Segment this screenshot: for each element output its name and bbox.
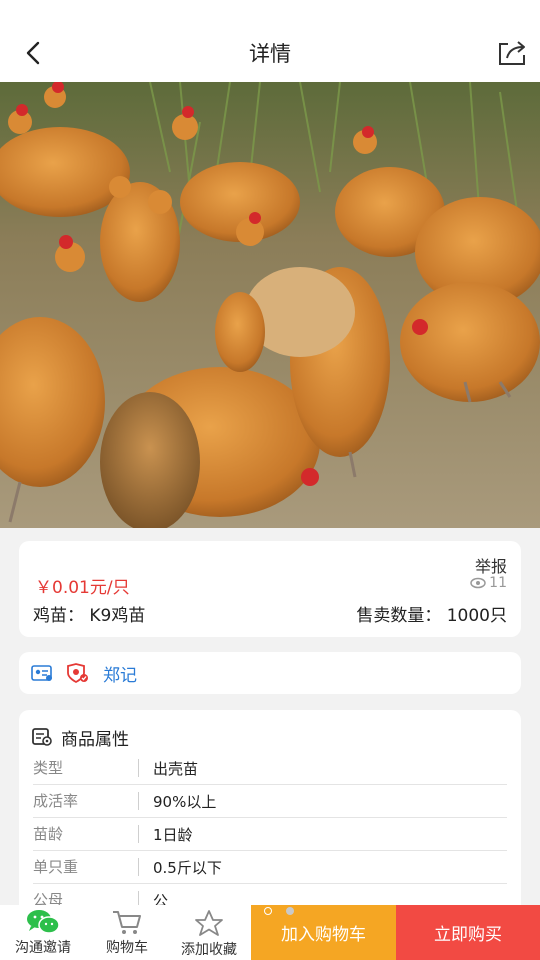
- verified-shield-icon: [67, 663, 88, 683]
- attribute-row: 单只重 0.5斤以下: [33, 851, 507, 884]
- attribute-row: 苗龄 1日龄: [33, 818, 507, 851]
- cart-label: 购物车: [106, 940, 148, 956]
- back-arrow-icon: [26, 41, 40, 65]
- carousel-indicator: [264, 907, 294, 915]
- product-image[interactable]: [0, 82, 540, 528]
- indicator-dot: [286, 907, 294, 915]
- report-link[interactable]: 举报: [475, 553, 507, 577]
- favorite-label: 添加收藏: [181, 942, 237, 958]
- attribute-key: 类型: [33, 759, 139, 777]
- favorite-button[interactable]: 添加收藏: [168, 905, 250, 960]
- seller-card[interactable]: 郑记: [19, 652, 521, 694]
- attribute-value: 0.5斤以下: [153, 858, 222, 877]
- eye-icon: [470, 577, 486, 589]
- cart-button[interactable]: 购物车: [86, 905, 168, 960]
- price-card: ￥0.01元/只 举报 11 鸡苗： K9鸡苗 售卖数量： 1000只: [19, 541, 521, 637]
- attributes-header: 商品属性: [19, 710, 521, 752]
- wechat-icon: [27, 910, 60, 934]
- breed-info: 鸡苗： K9鸡苗: [33, 606, 146, 626]
- attribute-key: 成活率: [33, 792, 139, 810]
- indicator-dot-active: [264, 907, 272, 915]
- status-bar: [0, 0, 540, 24]
- star-icon: [195, 910, 223, 936]
- sale-quantity: 售卖数量： 1000只: [356, 606, 507, 626]
- attribute-value: 1日龄: [153, 825, 193, 844]
- page-title: 详情: [249, 42, 291, 66]
- share-button[interactable]: [496, 38, 528, 68]
- attributes-card: 商品属性 类型 出壳苗 成活率 90%以上 苗龄 1日龄 单只重 0.5斤以下 …: [19, 710, 521, 910]
- nav-bar: 详情: [0, 24, 540, 82]
- invite-label: 沟通邀请: [15, 940, 71, 956]
- view-count: 11: [470, 575, 507, 591]
- attribute-key: 苗龄: [33, 825, 139, 843]
- invite-button[interactable]: 沟通邀请: [0, 905, 86, 960]
- share-icon: [499, 41, 525, 65]
- attributes-title: 商品属性: [61, 729, 129, 750]
- buy-now-button[interactable]: 立即购买: [396, 905, 540, 960]
- view-count-value: 11: [489, 575, 507, 591]
- attribute-row: 成活率 90%以上: [33, 785, 507, 818]
- id-card-icon: [31, 665, 52, 681]
- seller-name[interactable]: 郑记: [103, 661, 137, 686]
- attribute-row: 类型 出壳苗: [33, 752, 507, 785]
- product-price: ￥0.01元/只: [35, 578, 130, 598]
- back-button[interactable]: [18, 38, 48, 68]
- attribute-value: 90%以上: [153, 792, 217, 811]
- attribute-key: 单只重: [33, 858, 139, 876]
- cart-icon: [113, 911, 141, 934]
- attributes-icon: [32, 728, 52, 746]
- attribute-value: 出壳苗: [153, 759, 199, 778]
